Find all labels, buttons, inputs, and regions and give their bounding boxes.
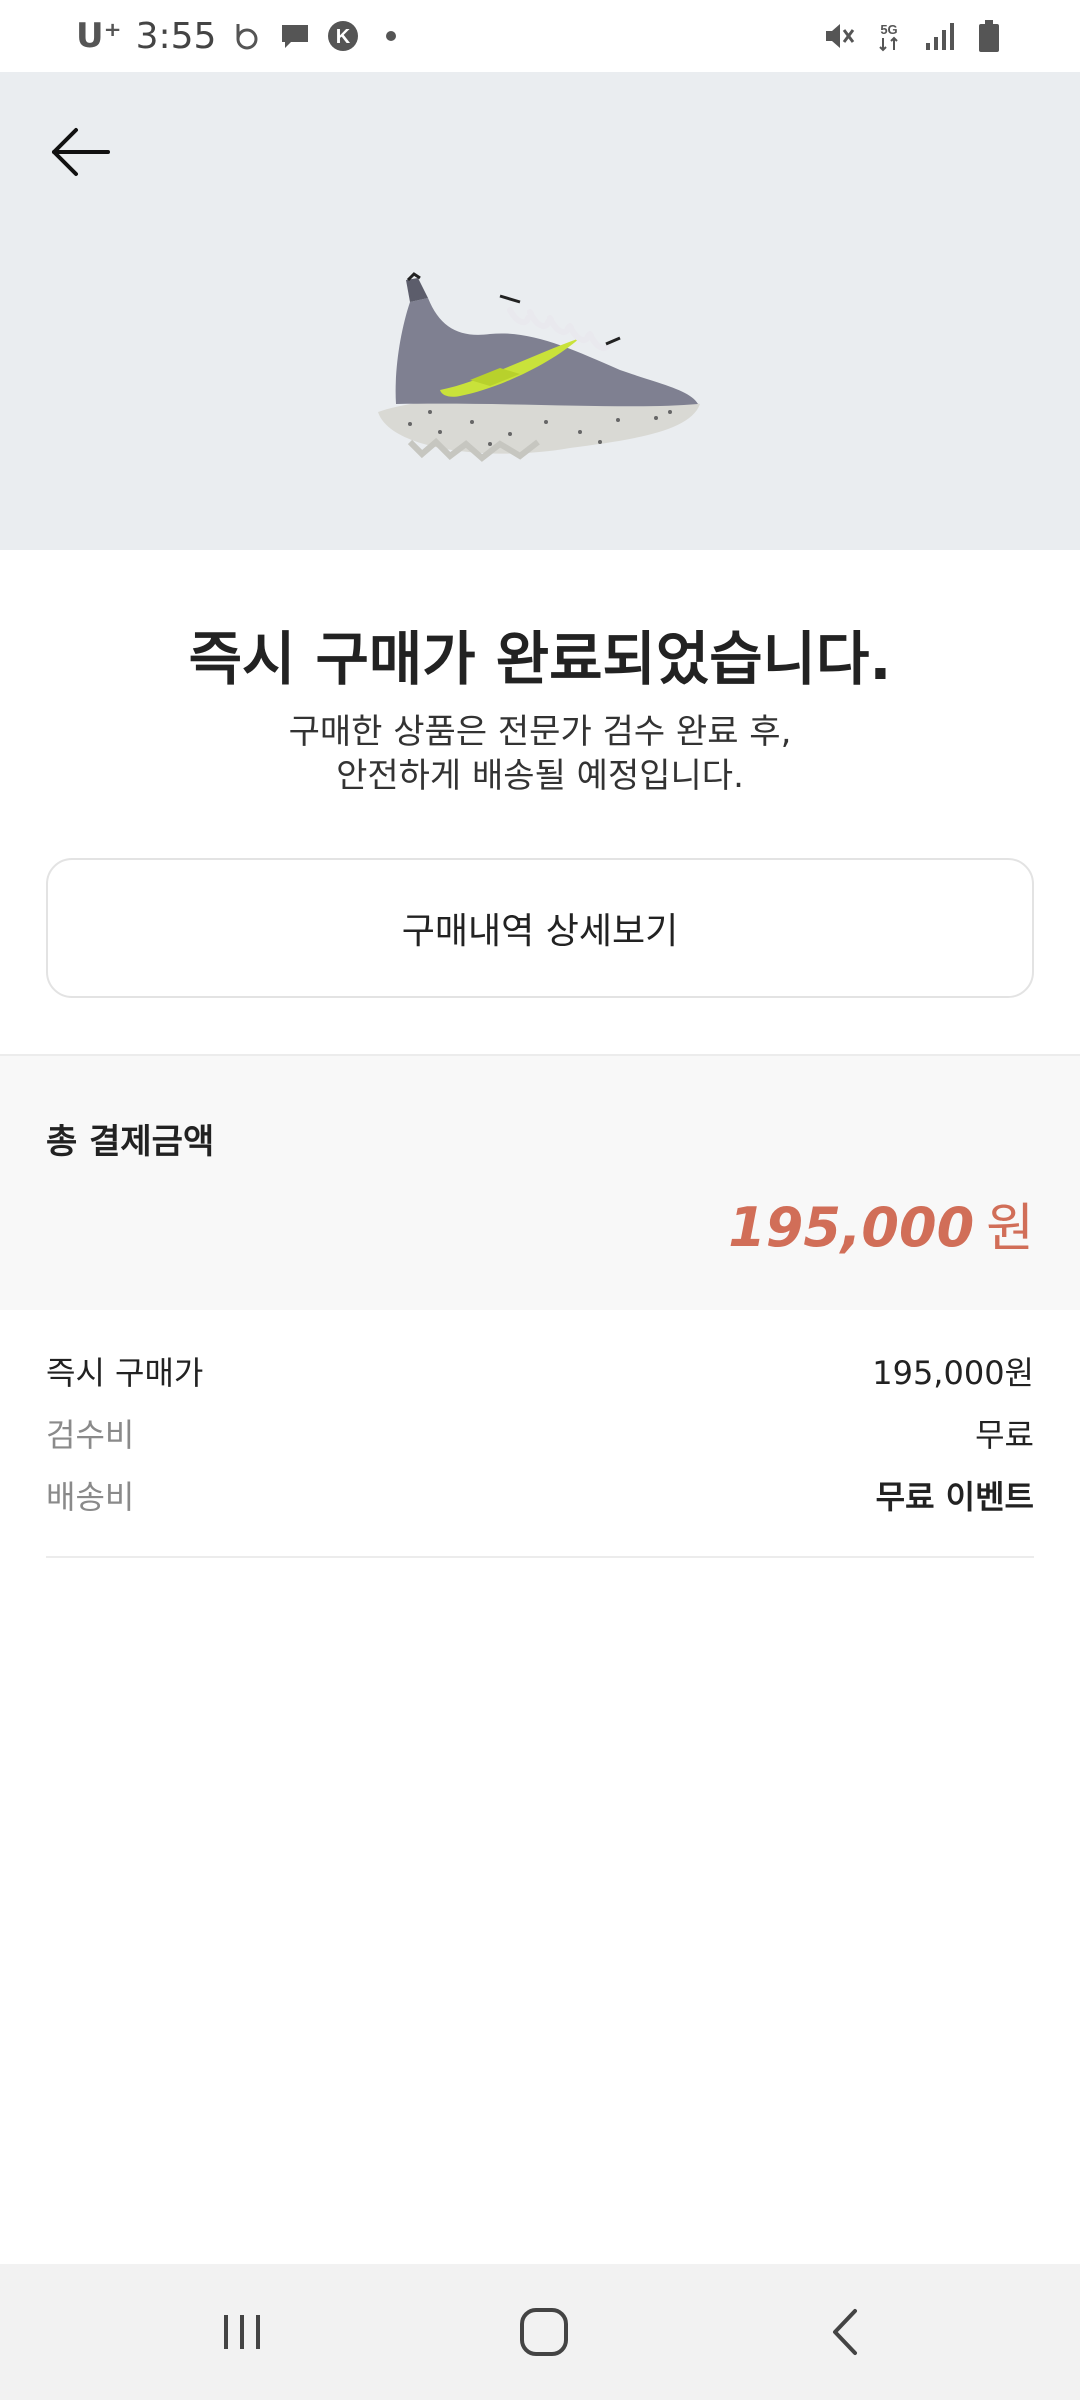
nav-back-icon [833,2309,857,2355]
arrow-left-icon [52,128,110,176]
status-bar: U⁺ 3:55 K 5G [0,0,1080,72]
status-bar-left: U⁺ 3:55 K [76,0,408,72]
carrier-label: U⁺ [76,16,122,56]
more-notifications-dot-icon [374,19,408,53]
divider [46,1556,1034,1558]
clock: 3:55 [135,15,217,57]
breakdown-value: 무료 이벤트 [875,1478,1034,1516]
k-app-icon: K [326,19,360,53]
status-bar-right: 5G [822,0,1006,72]
total-amount-value: 195,000 [728,1196,975,1259]
battery-icon [972,19,1006,53]
network-5g-icon: 5G [872,19,906,53]
breakdown-label: 즉시 구매가 [46,1354,204,1392]
total-payment-amount: 195,000 원 [728,1186,1034,1261]
home-button[interactable] [484,2264,604,2400]
product-hero [0,72,1080,550]
breakdown-row-instant-price: 즉시 구매가 195,000원 [46,1340,1034,1402]
recents-button[interactable] [182,2264,302,2400]
breakdown-value: 무료 [975,1416,1034,1454]
subtitle-line-1: 구매한 상품은 전문가 검수 완료 후, [288,712,792,752]
breakdown-value: 195,000원 [872,1354,1034,1392]
breakdown-row-shipping-fee: 배송비 무료 이벤트 [46,1464,1034,1526]
total-amount-unit: 원 [986,1199,1034,1259]
completion-subtitle: 구매한 상품은 전문가 검수 완료 후, 안전하게 배송될 예정입니다. [0,710,1080,798]
total-payment-label: 총 결제금액 [46,1122,215,1162]
message-icon [278,19,312,53]
home-icon [520,2308,568,2356]
view-purchase-details-button[interactable]: 구매내역 상세보기 [46,858,1034,998]
system-nav-bar [0,2264,1080,2400]
breakdown-label: 검수비 [46,1416,135,1454]
back-button[interactable] [44,116,116,188]
breakdown-label: 배송비 [46,1478,135,1516]
breakdown-row-inspection-fee: 검수비 무료 [46,1402,1034,1464]
network-label: 5G [880,22,897,37]
total-payment-section: 총 결제금액 195,000 원 [0,1054,1080,1310]
completion-title: 즉시 구매가 완료되었습니다. [188,625,892,693]
sneaker-product-image [378,272,700,462]
subtitle-line-2: 안전하게 배송될 예정입니다. [336,756,744,796]
nav-back-button[interactable] [786,2264,906,2400]
mute-icon [822,19,856,53]
recents-icon [224,2315,260,2349]
price-breakdown: 즉시 구매가 195,000원 검수비 무료 배송비 무료 이벤트 [46,1340,1034,1526]
signal-icon [922,19,956,53]
svg-text:K: K [336,26,351,48]
b-app-icon [230,19,264,53]
